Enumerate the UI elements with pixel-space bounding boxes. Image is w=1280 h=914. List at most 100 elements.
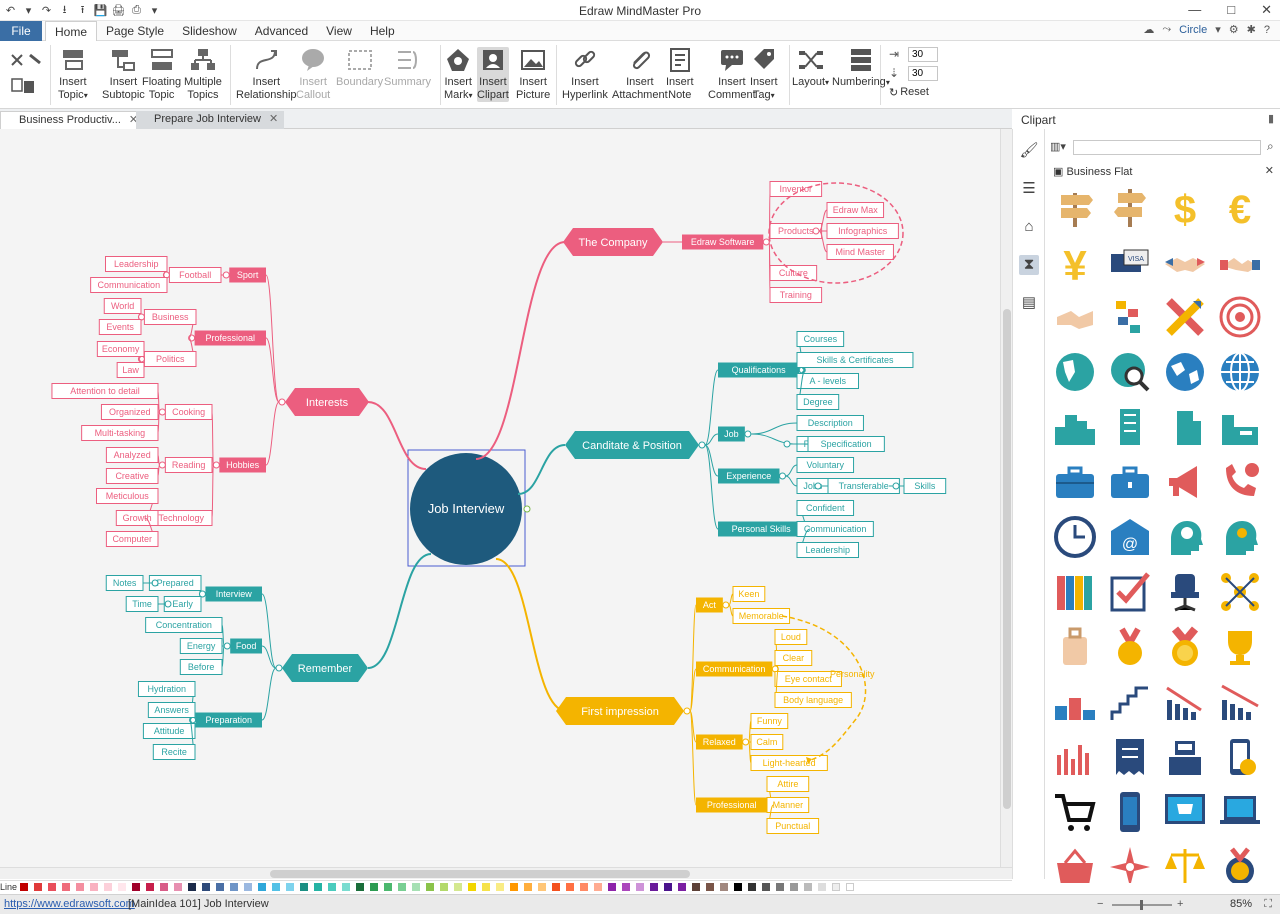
direction-sign-icon[interactable] (1108, 185, 1152, 229)
color-swatch[interactable] (678, 883, 686, 891)
topic-node[interactable]: Memorable (732, 608, 791, 624)
color-swatch[interactable] (328, 883, 336, 891)
color-swatch[interactable] (62, 883, 70, 891)
crossed-pencils-icon[interactable] (1163, 295, 1207, 339)
spacing-spin-2[interactable] (908, 66, 938, 81)
color-swatch[interactable] (314, 883, 322, 891)
globe-grid-icon[interactable] (1218, 350, 1262, 394)
mindmap-svg[interactable]: Job Interview The Company Edraw Software In… (0, 129, 1000, 867)
topic-node[interactable]: Professional (194, 330, 266, 346)
search-icon[interactable]: ⌕ (1267, 139, 1274, 154)
handshake-alt-icon[interactable] (1218, 240, 1262, 284)
minimize-button[interactable]: — (1188, 2, 1201, 18)
color-swatch[interactable] (468, 883, 476, 891)
color-swatch[interactable] (552, 883, 560, 891)
color-swatch[interactable] (244, 883, 252, 891)
color-swatch[interactable] (482, 883, 490, 891)
topic-node[interactable]: Meticulous (96, 488, 159, 504)
collapse-toggle[interactable] (212, 461, 220, 469)
topic-node[interactable]: Organized (100, 404, 159, 420)
collapse-toggle[interactable] (779, 472, 786, 480)
zoom-slider[interactable] (1112, 900, 1172, 910)
collapse-toggle[interactable] (523, 505, 531, 513)
topic-node[interactable]: Courses (796, 331, 845, 347)
clipart-panel-icon[interactable]: ⧗ (1019, 255, 1039, 275)
cloud-icon[interactable]: ☁ (1143, 23, 1154, 36)
multiple-topics-button[interactable]: Multiple Topics (184, 47, 222, 102)
mark-panel-icon[interactable]: ⌂ (1019, 217, 1039, 237)
topic-node[interactable]: Act (696, 597, 723, 613)
cash-register-icon[interactable] (1163, 735, 1207, 779)
insert-comment-button[interactable]: Insert Comment (708, 47, 756, 102)
topic-node[interactable]: Keen (732, 586, 766, 602)
topic-node[interactable]: Calm (750, 734, 784, 750)
insert-attachment-button[interactable]: Insert Attachment (612, 47, 668, 102)
topic-node[interactable]: Culture (769, 265, 818, 281)
main-topic[interactable]: Interests (285, 388, 369, 416)
collapse-toggle[interactable] (158, 408, 166, 416)
medal-icon[interactable] (1108, 625, 1152, 669)
topic-node[interactable]: Growth (115, 510, 159, 526)
topic-node[interactable]: Creative (105, 468, 159, 484)
topic-node[interactable]: Leadership (796, 542, 859, 558)
color-swatch[interactable] (370, 883, 378, 891)
topic-node[interactable]: Notes (105, 575, 144, 591)
insert-topic-button[interactable]: Insert Topic▾ (58, 47, 88, 102)
compass-arrows-icon[interactable] (1108, 845, 1152, 883)
color-swatch[interactable] (104, 883, 112, 891)
scales-icon[interactable] (1163, 845, 1207, 883)
color-swatch[interactable] (188, 883, 196, 891)
topic-node[interactable]: Cooking (164, 404, 213, 420)
topic-node[interactable]: Reading (164, 457, 213, 473)
topic-node[interactable]: Body language (774, 692, 852, 708)
collapse-toggle[interactable] (683, 707, 691, 715)
clock-icon[interactable] (1053, 515, 1097, 559)
decline-chart-alt-icon[interactable] (1218, 680, 1262, 724)
topic-node[interactable]: Edraw Software (682, 234, 764, 250)
topic-node[interactable]: Attention to detail (51, 383, 159, 399)
menu-tab-slideshow[interactable]: Slideshow (173, 21, 246, 41)
collapse-toggle[interactable] (698, 441, 706, 449)
main-topic[interactable]: Remember (282, 654, 368, 682)
topic-node[interactable]: Confident (796, 500, 855, 516)
clipart-search-input[interactable] (1073, 140, 1261, 155)
insert-tag-button[interactable]: Insert Tag▾ (750, 47, 778, 102)
topic-node[interactable]: Technology (150, 510, 213, 526)
close-button[interactable]: ✕ (1261, 2, 1272, 18)
menu-tab-home[interactable]: Home (45, 21, 98, 41)
color-swatch[interactable] (146, 883, 154, 891)
file-menu[interactable]: File (0, 21, 42, 41)
topic-node[interactable]: Clear (774, 650, 813, 666)
maximize-button[interactable]: □ (1227, 2, 1235, 18)
share-icon[interactable]: ⤳ (1162, 23, 1171, 36)
topic-node[interactable]: Recite (152, 744, 196, 760)
color-swatch[interactable] (650, 883, 658, 891)
topic-node[interactable]: Qualifications (718, 362, 800, 378)
color-swatch[interactable] (160, 883, 168, 891)
website-link[interactable]: https://www.edrawsoft.com (4, 895, 135, 914)
menu-tab-advanced[interactable]: Advanced (246, 21, 317, 41)
color-swatch[interactable] (496, 883, 504, 891)
topic-node[interactable]: Hydration (137, 681, 196, 697)
topic-node[interactable]: Personal Skills (718, 521, 805, 537)
city-icon[interactable] (1053, 405, 1097, 449)
topic-node[interactable]: Training (769, 287, 823, 303)
megaphone-icon[interactable] (1163, 460, 1207, 504)
globe-americas-icon[interactable] (1053, 350, 1097, 394)
topic-node[interactable]: Professional (696, 797, 768, 813)
menu-tab-help[interactable]: Help (361, 21, 404, 41)
briefcase-icon[interactable] (1053, 460, 1097, 504)
topic-node[interactable]: Leadership (105, 256, 168, 272)
insert-hyperlink-button[interactable]: Insert Hyperlink (562, 47, 608, 102)
topic-node[interactable]: Relaxed (696, 734, 743, 750)
color-swatch[interactable] (342, 883, 350, 891)
color-swatch[interactable] (412, 883, 420, 891)
color-swatch[interactable] (426, 883, 434, 891)
collapse-toggle[interactable] (275, 664, 283, 672)
color-swatch[interactable] (286, 883, 294, 891)
network-icon[interactable] (1218, 570, 1262, 614)
topic-node[interactable]: Degree (796, 394, 840, 410)
collapse-toggle[interactable] (783, 440, 791, 448)
color-swatch[interactable] (48, 883, 56, 891)
color-swatch[interactable] (734, 883, 742, 891)
